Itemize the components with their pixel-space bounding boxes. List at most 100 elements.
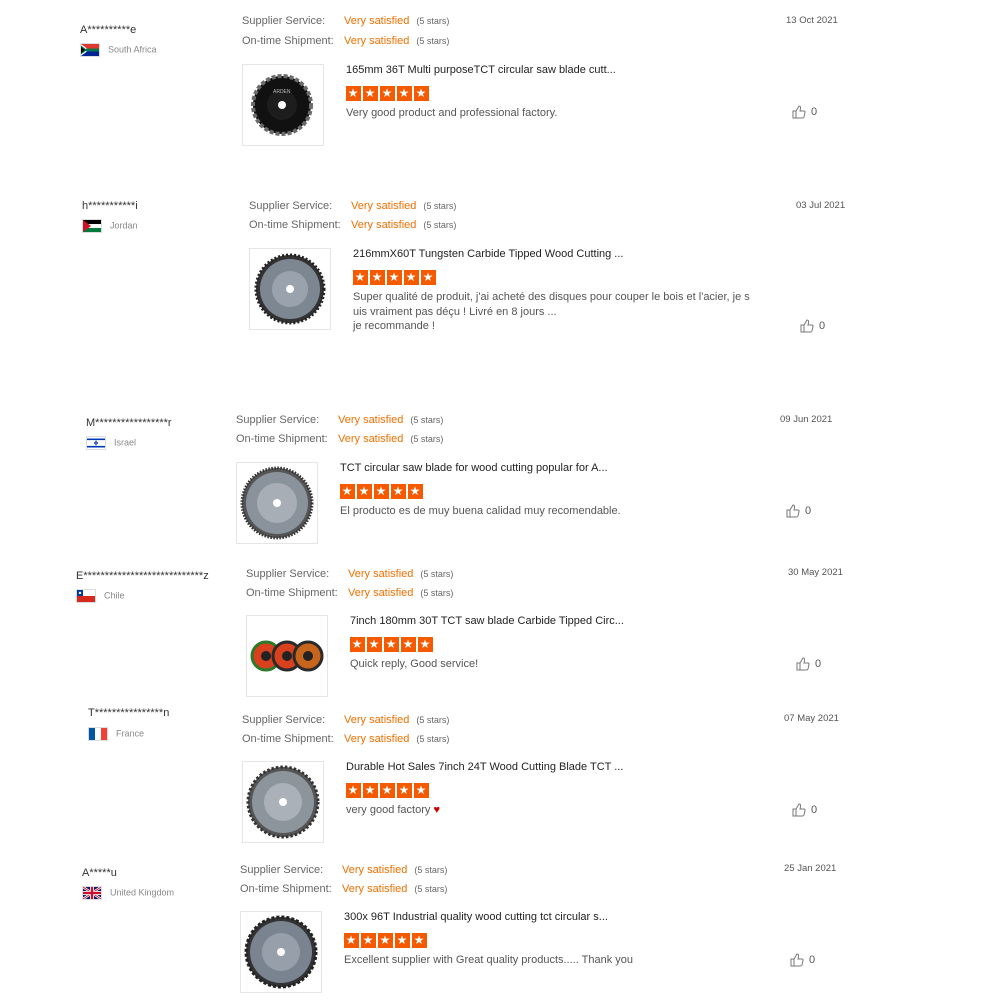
saw-blade-image[interactable] bbox=[249, 248, 331, 330]
star-icon: ★ bbox=[357, 484, 372, 499]
buyer-country: Jordan bbox=[82, 219, 138, 233]
thumbs-up-icon bbox=[792, 105, 806, 119]
star-rating: ★ ★ ★ ★ ★ bbox=[340, 482, 425, 499]
star-icon: ★ bbox=[408, 484, 423, 499]
supplier-service-rating: Supplier Service: Very satisfied (5 stars) bbox=[240, 864, 448, 876]
star-icon: ★ bbox=[421, 270, 436, 285]
star-icon: ★ bbox=[346, 86, 361, 101]
thumbs-up-icon bbox=[786, 504, 800, 518]
chile-flag-icon bbox=[76, 589, 96, 603]
product-title-link[interactable]: 216mmX60T Tungsten Carbide Tipped Wood C… bbox=[353, 248, 623, 260]
star-rating: ★ ★ ★ ★ ★ bbox=[350, 635, 435, 652]
buyer-country: Chile bbox=[76, 589, 125, 603]
star-icon: ★ bbox=[367, 637, 382, 652]
like-button[interactable]: 0 bbox=[792, 803, 817, 817]
star-rating: ★ ★ ★ ★ ★ bbox=[353, 268, 438, 285]
israel-flag-icon bbox=[86, 436, 106, 450]
star-icon: ★ bbox=[363, 86, 378, 101]
review-item: A*****u United Kingdom Supplier Service:… bbox=[0, 0, 1000, 993]
review-comment: Very good product and professional facto… bbox=[346, 107, 558, 119]
saw-blade-image[interactable] bbox=[240, 911, 322, 993]
product-title-link[interactable]: Durable Hot Sales 7inch 24T Wood Cutting… bbox=[346, 761, 623, 773]
supplier-service-rating: Supplier Service: Very satisfied (5 stars) bbox=[246, 568, 454, 580]
supplier-service-rating: Supplier Service: Very satisfied (5 stars) bbox=[236, 414, 444, 426]
star-icon: ★ bbox=[384, 637, 399, 652]
star-icon: ★ bbox=[412, 933, 427, 948]
shipment-rating: On-time Shipment: Very satisfied (5 stars) bbox=[240, 883, 448, 895]
product-title-link[interactable]: 7inch 180mm 30T TCT saw blade Carbide Ti… bbox=[350, 615, 624, 627]
thumbs-up-icon bbox=[796, 657, 810, 671]
like-button[interactable]: 0 bbox=[790, 953, 815, 967]
buyer-country: United Kingdom bbox=[82, 886, 174, 900]
star-icon: ★ bbox=[350, 637, 365, 652]
star-icon: ★ bbox=[380, 783, 395, 798]
like-button[interactable]: 0 bbox=[786, 504, 811, 518]
star-icon: ★ bbox=[414, 783, 429, 798]
shipment-rating: On-time Shipment: Very satisfied (5 stars) bbox=[236, 433, 444, 445]
three-saw-blades-image[interactable] bbox=[246, 615, 328, 697]
star-icon: ★ bbox=[391, 484, 406, 499]
star-rating: ★ ★ ★ ★ ★ bbox=[344, 931, 429, 948]
star-icon: ★ bbox=[378, 933, 393, 948]
buyer-name: h***********i bbox=[82, 200, 138, 212]
thumbs-up-icon bbox=[800, 319, 814, 333]
star-icon: ★ bbox=[380, 86, 395, 101]
star-icon: ★ bbox=[346, 783, 361, 798]
buyer-country: France bbox=[88, 727, 144, 741]
star-icon: ★ bbox=[344, 933, 359, 948]
star-icon: ★ bbox=[418, 637, 433, 652]
star-icon: ★ bbox=[340, 484, 355, 499]
star-icon: ★ bbox=[370, 270, 385, 285]
buyer-country: Israel bbox=[86, 436, 136, 450]
buyer-name: T****************n bbox=[88, 707, 170, 719]
like-button[interactable]: 0 bbox=[800, 319, 825, 333]
review-date: 25 Jan 2021 bbox=[784, 863, 837, 874]
diamond-saw-blade-image[interactable]: ARDEN bbox=[242, 64, 324, 146]
review-comment: very good factory ♥ bbox=[346, 804, 440, 816]
review-date: 30 May 2021 bbox=[788, 567, 843, 578]
south-africa-flag-icon bbox=[80, 43, 100, 57]
star-icon: ★ bbox=[401, 637, 416, 652]
uk-flag-icon bbox=[82, 886, 102, 900]
star-icon: ★ bbox=[363, 783, 378, 798]
supplier-service-rating: Supplier Service: Very satisfied (5 stars) bbox=[242, 15, 450, 27]
shipment-rating: On-time Shipment: Very satisfied (5 stars) bbox=[246, 587, 454, 599]
product-title-link[interactable]: TCT circular saw blade for wood cutting … bbox=[340, 462, 608, 474]
shipment-rating: On-time Shipment: Very satisfied (5 stars) bbox=[249, 219, 457, 231]
heart-icon: ♥ bbox=[433, 804, 440, 816]
shipment-rating: On-time Shipment: Very satisfied (5 stars) bbox=[242, 733, 450, 745]
buyer-name: A**********e bbox=[80, 24, 137, 36]
star-icon: ★ bbox=[353, 270, 368, 285]
buyer-name: M*****************r bbox=[86, 417, 172, 429]
star-icon: ★ bbox=[414, 86, 429, 101]
buyer-name: A*****u bbox=[82, 867, 117, 879]
thumbs-up-icon bbox=[792, 803, 806, 817]
review-date: 03 Jul 2021 bbox=[796, 200, 846, 211]
svg-text:ARDEN: ARDEN bbox=[273, 89, 291, 95]
saw-blade-image[interactable] bbox=[236, 462, 318, 544]
review-comment: Excellent supplier with Great quality pr… bbox=[344, 954, 633, 966]
star-rating: ★ ★ ★ ★ ★ bbox=[346, 84, 431, 101]
product-title-link[interactable]: 165mm 36T Multi purposeTCT circular saw … bbox=[346, 64, 616, 76]
star-icon: ★ bbox=[387, 270, 402, 285]
star-icon: ★ bbox=[397, 86, 412, 101]
product-title-link[interactable]: 300x 96T Industrial quality wood cutting… bbox=[344, 911, 608, 923]
shipment-rating: On-time Shipment: Very satisfied (5 stars) bbox=[242, 35, 450, 47]
supplier-service-rating: Supplier Service: Very satisfied (5 stars) bbox=[249, 200, 457, 212]
star-icon: ★ bbox=[404, 270, 419, 285]
france-flag-icon bbox=[88, 727, 108, 741]
star-rating: ★ ★ ★ ★ ★ bbox=[346, 781, 431, 798]
review-comment: Quick reply, Good service! bbox=[350, 658, 479, 670]
review-comment: Super qualité de produit, j'ai acheté de… bbox=[353, 291, 750, 332]
supplier-service-rating: Supplier Service: Very satisfied (5 stars) bbox=[242, 714, 450, 726]
star-icon: ★ bbox=[361, 933, 376, 948]
jordan-flag-icon bbox=[82, 219, 102, 233]
thumbs-up-icon bbox=[790, 953, 804, 967]
saw-blade-image[interactable] bbox=[242, 761, 324, 843]
star-icon: ★ bbox=[395, 933, 410, 948]
star-icon: ★ bbox=[374, 484, 389, 499]
star-icon: ★ bbox=[397, 783, 412, 798]
buyer-country: South Africa bbox=[80, 43, 157, 57]
like-button[interactable]: 0 bbox=[796, 657, 821, 671]
like-button[interactable]: 0 bbox=[792, 105, 817, 119]
